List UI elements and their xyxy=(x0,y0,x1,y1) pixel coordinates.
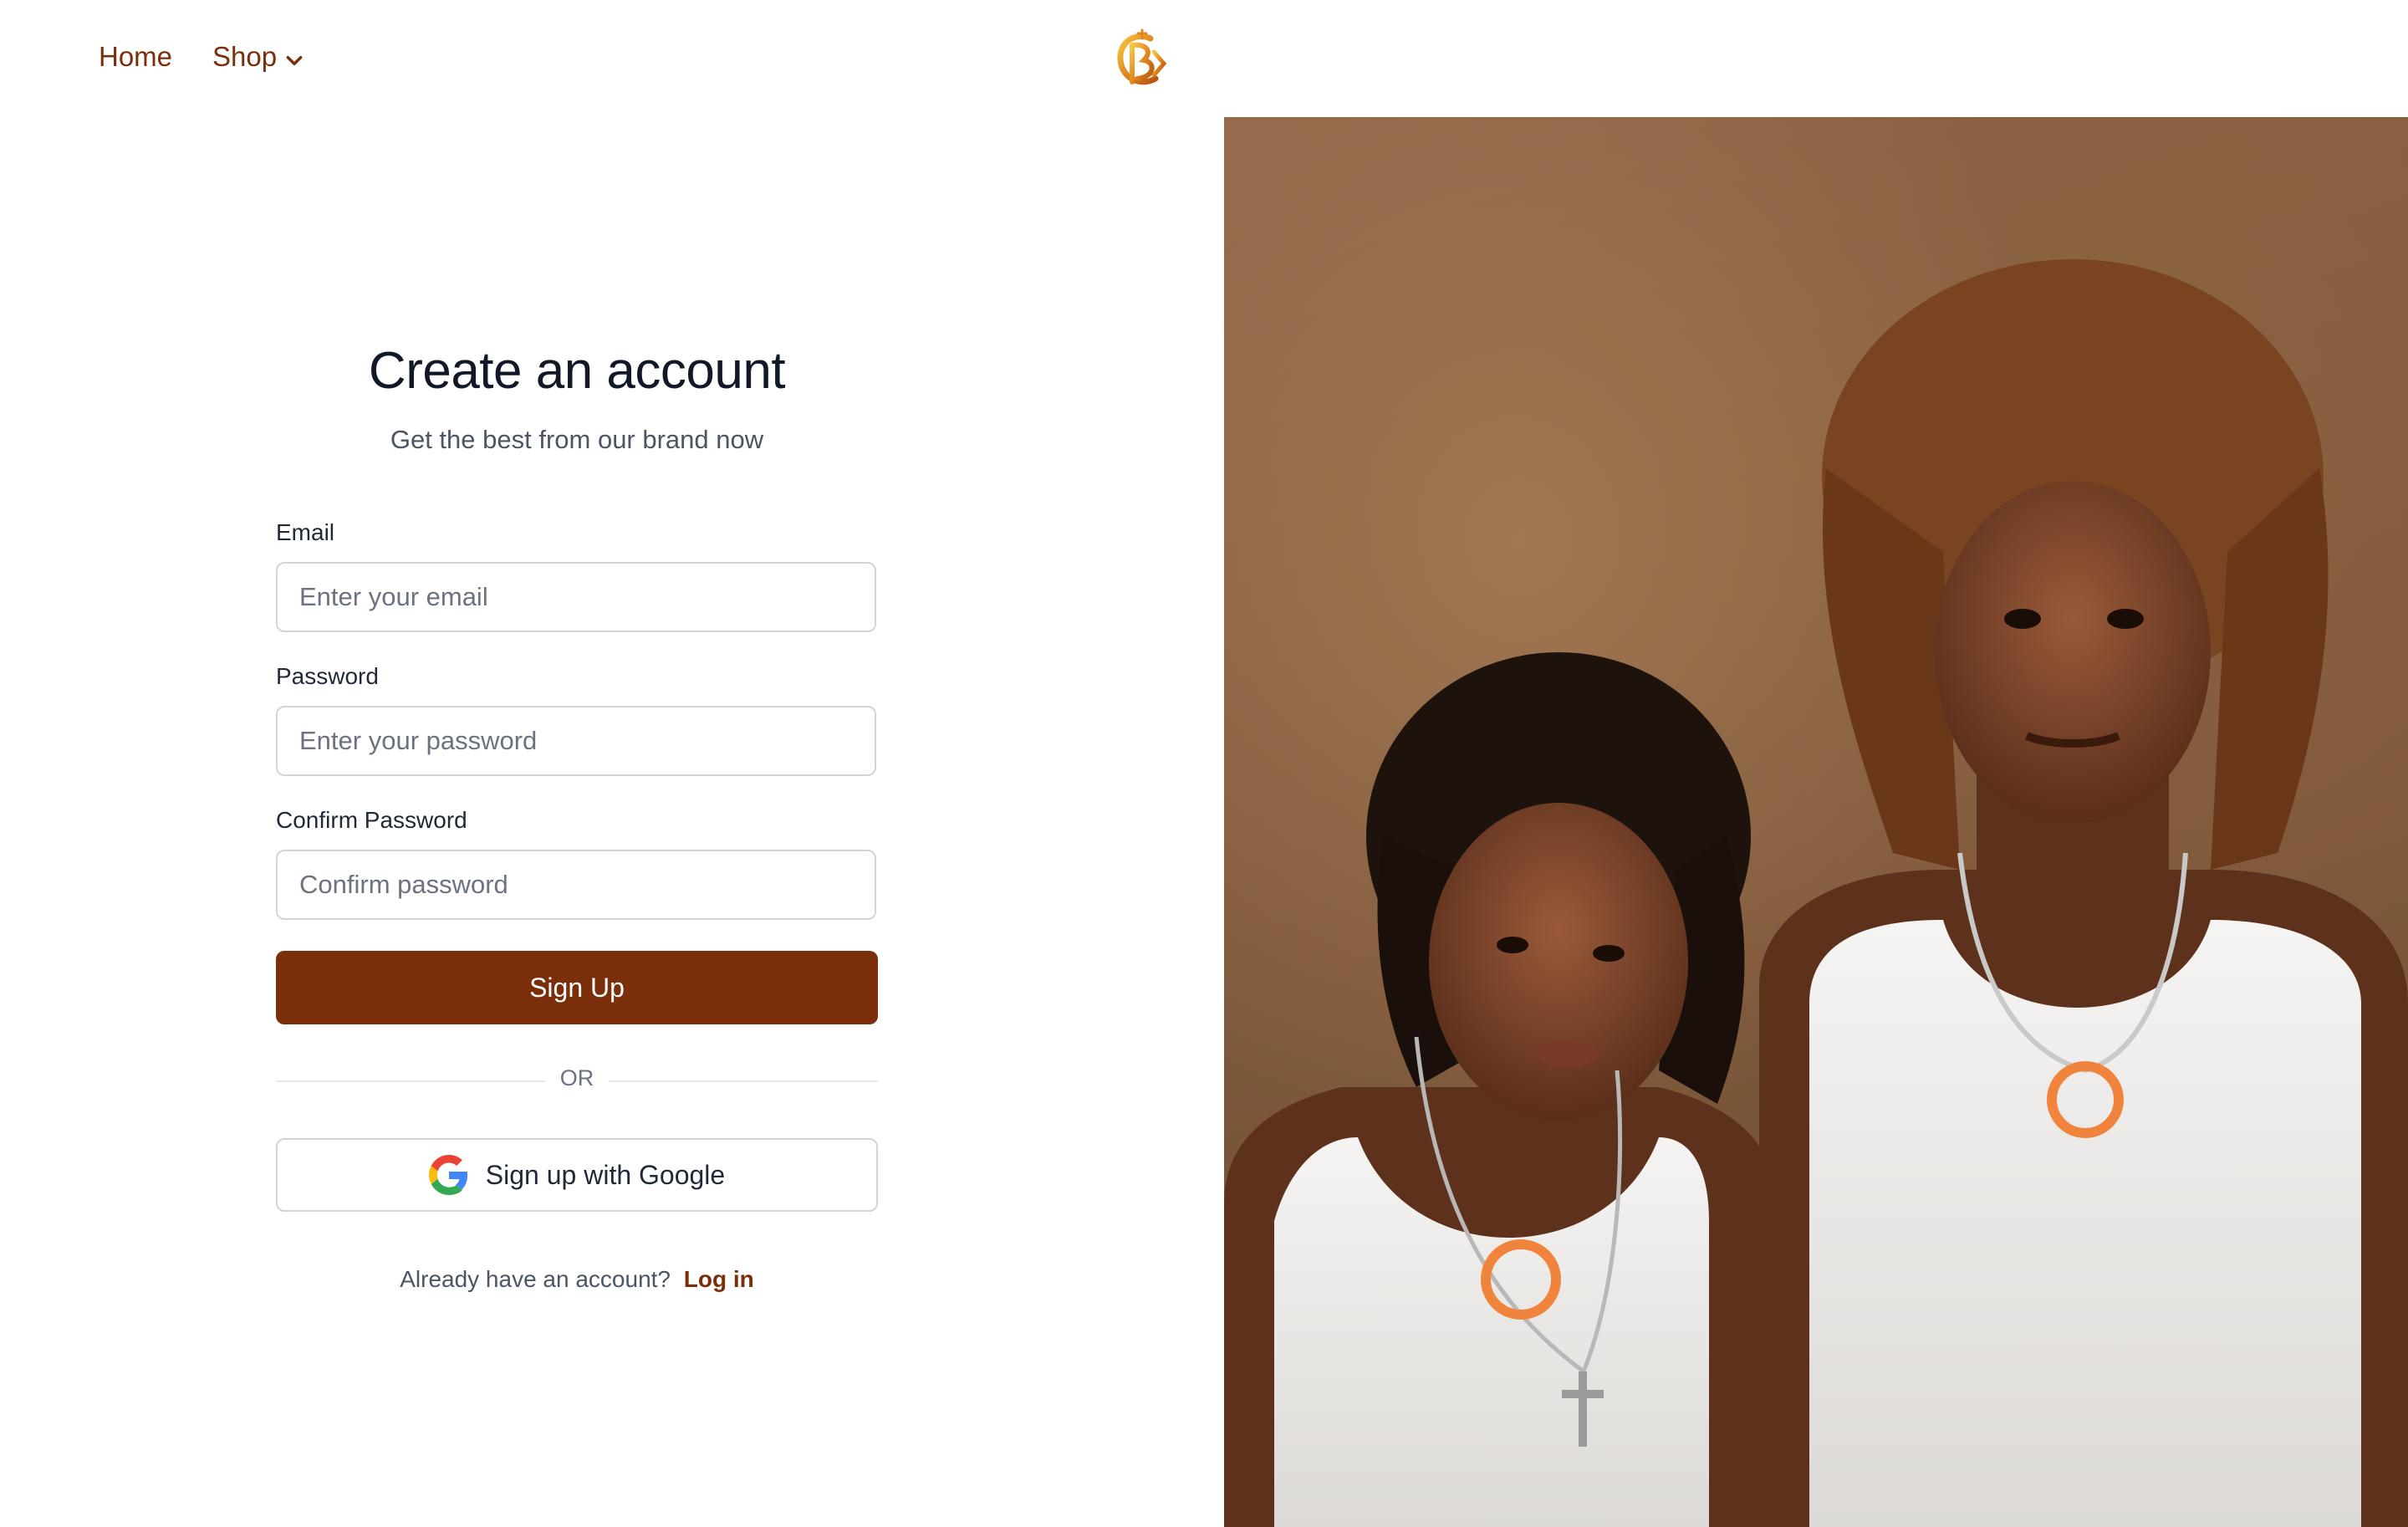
or-divider-text: OR xyxy=(559,1065,594,1090)
chevron-down-icon xyxy=(286,56,303,66)
email-label: Email xyxy=(276,519,335,545)
confirm-password-field[interactable] xyxy=(276,850,876,920)
divider-right xyxy=(609,1080,878,1082)
brand-logo-icon[interactable] xyxy=(1110,27,1174,95)
google-button-label: Sign up with Google xyxy=(485,1159,726,1190)
sign-up-button[interactable]: Sign Up xyxy=(276,951,878,1024)
divider-left xyxy=(276,1080,545,1082)
models-illustration xyxy=(1224,259,2408,1527)
log-in-link[interactable]: Log in xyxy=(684,1266,754,1292)
have-account-text: Already have an account? xyxy=(400,1266,671,1292)
google-icon xyxy=(428,1155,467,1195)
password-field[interactable] xyxy=(276,706,876,776)
google-sign-up-button[interactable]: Sign up with Google xyxy=(276,1138,878,1212)
password-label: Password xyxy=(276,663,379,689)
confirm-password-label: Confirm Password xyxy=(276,807,467,833)
nav-home-link[interactable]: Home xyxy=(99,40,172,74)
hero-photo xyxy=(1224,117,2408,1527)
email-field[interactable] xyxy=(276,562,876,632)
page-title: Create an account xyxy=(368,342,786,400)
page-subtitle: Get the best from our brand now xyxy=(390,425,764,454)
nav-shop-label: Shop xyxy=(212,41,278,72)
login-prompt: Already have an account? Log in xyxy=(0,1266,1154,1293)
nav-shop-menu[interactable]: Shop xyxy=(212,40,305,74)
